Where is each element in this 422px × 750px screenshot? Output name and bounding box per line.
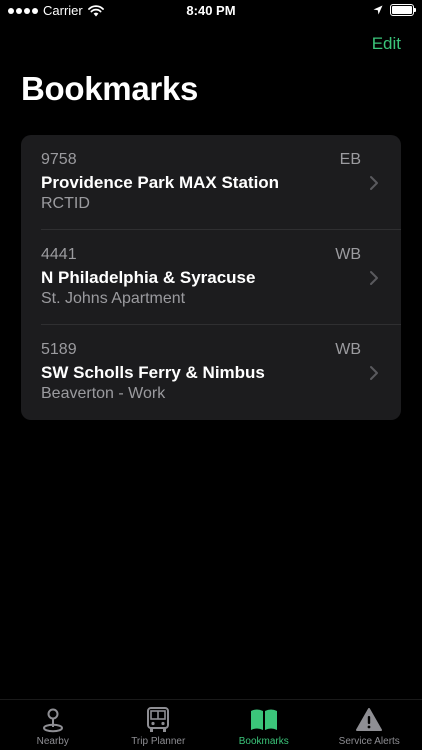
stop-id: 9758 (41, 151, 77, 168)
tab-label: Service Alerts (338, 736, 400, 747)
book-icon (250, 709, 277, 730)
tab-bar: Nearby Trip Planner Bookmarks Service Al… (0, 699, 422, 750)
warning-icon (356, 708, 383, 731)
stop-id: 4441 (41, 246, 77, 263)
page-title: Bookmarks (21, 70, 199, 107)
bus-icon (147, 707, 170, 732)
bookmark-row[interactable]: 4441 WB N Philadelphia & Syracuse St. Jo… (21, 230, 401, 325)
chevron-right-icon (370, 366, 378, 380)
tab-bookmarks[interactable]: Bookmarks (211, 700, 317, 750)
direction-label: WB (335, 246, 361, 263)
bookmark-row[interactable]: 9758 EB Providence Park MAX Station RCTI… (21, 135, 401, 230)
battery-icon (390, 4, 416, 16)
map-pin-icon (42, 708, 63, 733)
stop-note: Beaverton - Work (41, 385, 166, 402)
tab-label: Trip Planner (131, 736, 186, 747)
stop-id: 5189 (41, 341, 77, 358)
tab-service-alerts[interactable]: Service Alerts (317, 700, 422, 750)
status-bar: Carrier 8:40 PM (0, 0, 422, 22)
chevron-right-icon (370, 176, 378, 190)
stop-note: St. Johns Apartment (41, 290, 186, 307)
location-arrow-icon (373, 5, 383, 15)
tab-nearby[interactable]: Nearby (0, 700, 106, 750)
status-time: 8:40 PM (186, 3, 236, 18)
stop-note: RCTID (41, 195, 90, 212)
chevron-right-icon (370, 271, 378, 285)
direction-label: EB (339, 151, 361, 168)
stop-name: Providence Park MAX Station (41, 173, 280, 192)
bookmark-list: 9758 EB Providence Park MAX Station RCTI… (21, 135, 401, 420)
stop-name: SW Scholls Ferry & Nimbus (41, 363, 265, 382)
tab-label: Bookmarks (238, 736, 289, 747)
bookmark-row[interactable]: 5189 WB SW Scholls Ferry & Nimbus Beaver… (21, 325, 401, 420)
tab-label: Nearby (36, 736, 69, 747)
tab-trip-planner[interactable]: Trip Planner (106, 700, 212, 750)
stop-name: N Philadelphia & Syracuse (41, 268, 256, 287)
status-right (373, 4, 416, 16)
edit-button[interactable]: Edit (372, 34, 401, 54)
direction-label: WB (335, 341, 361, 358)
